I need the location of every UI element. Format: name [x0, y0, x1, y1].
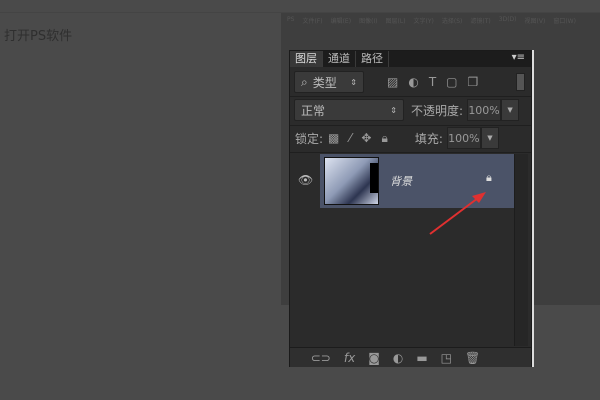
red-annotation-arrow — [429, 192, 486, 235]
